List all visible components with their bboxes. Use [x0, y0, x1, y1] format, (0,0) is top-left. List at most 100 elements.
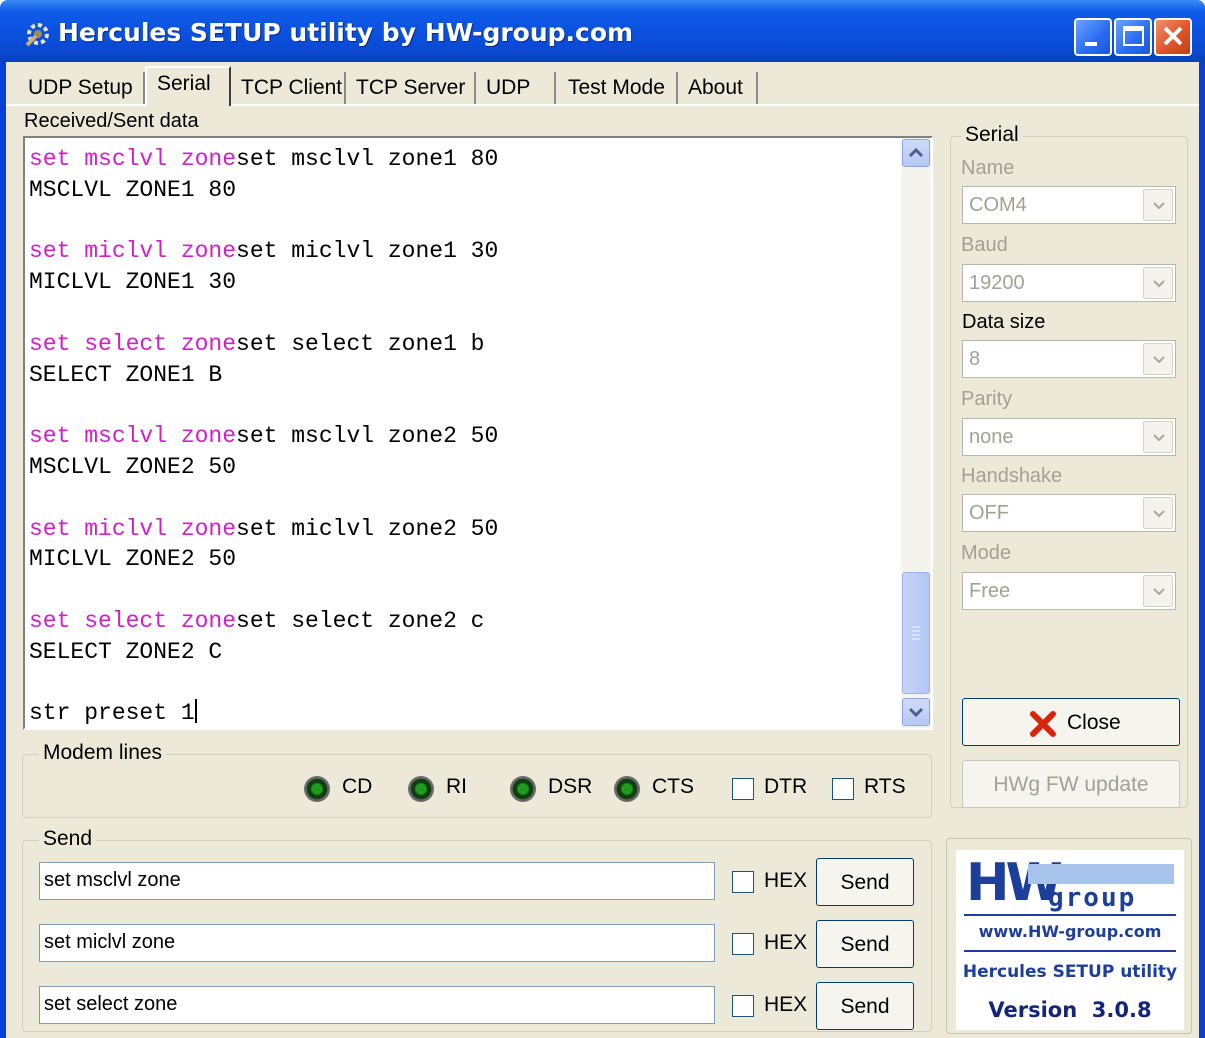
- maximize-icon: [1123, 26, 1144, 46]
- chevron-down-icon: [1153, 202, 1165, 210]
- dtr-checkbox[interactable]: [732, 778, 754, 800]
- dsr-label: DSR: [548, 775, 593, 798]
- send-input-2[interactable]: set miclvl zone: [39, 924, 715, 962]
- terminal-line: set miclvl zoneset miclvl zone1 30: [29, 236, 899, 267]
- text-caret: [194, 699, 197, 724]
- baud-dropdown-button[interactable]: [1143, 267, 1173, 299]
- received-text: MICLVL ZONE1 30: [29, 269, 237, 296]
- hex-checkbox-3[interactable]: [732, 995, 754, 1017]
- tab-test-mode[interactable]: Test Mode: [558, 72, 678, 104]
- tab-udp[interactable]: UDP: [476, 72, 556, 104]
- baud-combobox[interactable]: 19200: [962, 264, 1176, 302]
- hex-label-3: HEX: [764, 993, 808, 1016]
- send-button-3[interactable]: Send: [816, 982, 914, 1030]
- send-button-2[interactable]: Send: [816, 920, 914, 968]
- received-text: set msclvl zone1 80: [236, 146, 499, 172]
- send-button-1[interactable]: Send: [816, 858, 914, 906]
- parity-combobox[interactable]: none: [962, 418, 1176, 456]
- mode-label: Mode: [961, 542, 1012, 564]
- send-input-3[interactable]: set select zone: [39, 986, 715, 1024]
- tab-label: TCP Client: [241, 76, 343, 99]
- tab-about[interactable]: About: [678, 72, 758, 104]
- scroll-up-button[interactable]: [902, 139, 930, 167]
- client-area: UDP Setup Serial TCP Client TCP Server U…: [6, 62, 1199, 1038]
- tab-udp-setup[interactable]: UDP Setup: [18, 72, 145, 104]
- hex-checkbox-1[interactable]: [732, 871, 754, 893]
- datasize-label: Data size: [962, 311, 1046, 333]
- chevron-down-icon: [1153, 434, 1165, 442]
- chevron-up-icon: [908, 147, 924, 158]
- received-text: MSCLVL ZONE2 50: [29, 453, 237, 480]
- scroll-thumb[interactable]: [902, 572, 930, 694]
- logo-product: Hercules SETUP utility: [962, 962, 1178, 982]
- red-x-icon: [1030, 711, 1056, 737]
- parity-dropdown-button[interactable]: [1143, 421, 1173, 453]
- window-title: Hercules SETUP utility by HW-group.com: [58, 18, 634, 47]
- ri-led-icon: [408, 776, 434, 802]
- close-window-button[interactable]: [1154, 18, 1192, 56]
- send-button-label: Send: [840, 995, 890, 1018]
- terminal-line: MSCLVL ZONE1 80: [29, 175, 899, 206]
- parity-value: none: [969, 426, 1014, 448]
- send-input-1[interactable]: set msclvl zone: [39, 862, 715, 900]
- sent-text: set select zone: [29, 607, 237, 634]
- tab-serial[interactable]: Serial: [145, 66, 231, 106]
- received-sent-terminal[interactable]: set msclvl zoneset msclvl zone1 80 MSCLVL…: [23, 136, 933, 730]
- fw-update-label: HWg FW update: [993, 773, 1149, 796]
- rts-checkbox[interactable]: [832, 778, 854, 800]
- logo-rule-2: [964, 950, 1176, 952]
- handshake-combobox[interactable]: OFF: [962, 494, 1176, 532]
- minimize-button[interactable]: [1074, 18, 1112, 56]
- name-value: COM4: [969, 194, 1027, 216]
- terminal-line: MICLVL ZONE1 30: [29, 267, 899, 298]
- terminal-line: MICLVL ZONE2 50: [29, 544, 899, 575]
- hw-group-logo: HW group www.HW-group.com Hercules SETUP…: [956, 850, 1184, 1030]
- hex-checkbox-2[interactable]: [732, 933, 754, 955]
- mode-dropdown-button[interactable]: [1143, 575, 1173, 607]
- terminal-line: str preset 1: [29, 698, 899, 728]
- serial-group-title: Serial: [961, 123, 1023, 147]
- terminal-scrollbar[interactable]: [901, 138, 931, 728]
- minimize-icon: [1085, 42, 1097, 46]
- name-combobox[interactable]: COM4: [962, 186, 1176, 224]
- received-text: set miclvl zone1 30: [236, 238, 499, 265]
- scroll-down-button[interactable]: [902, 698, 930, 726]
- logo-rule: [964, 914, 1176, 916]
- mode-combobox[interactable]: Free: [962, 572, 1176, 610]
- modem-lines-title: Modem lines: [39, 741, 167, 765]
- tab-label: About: [688, 76, 743, 99]
- terminal-line: set msclvl zoneset msclvl zone2 50: [29, 421, 899, 452]
- received-text: MICLVL ZONE2 50: [29, 546, 237, 573]
- tab-tcp-server[interactable]: TCP Server: [346, 72, 476, 104]
- chevron-down-icon: [1153, 510, 1165, 518]
- cd-led-icon: [304, 776, 330, 802]
- dsr-led-icon: [510, 776, 536, 802]
- sent-text: set msclvl zone: [29, 146, 237, 172]
- send-button-label: Send: [840, 871, 890, 894]
- received-text: set msclvl zone2 50: [236, 423, 499, 450]
- fw-update-button[interactable]: HWg FW update: [962, 760, 1180, 808]
- tab-label: Serial: [157, 72, 211, 95]
- logo-bar: [1028, 864, 1174, 884]
- logo-version: Version 3.0.8: [988, 998, 1152, 1022]
- ri-label: RI: [446, 775, 467, 798]
- datasize-dropdown-button[interactable]: [1143, 343, 1173, 375]
- title-bar[interactable]: Hercules SETUP utility by HW-group.com: [0, 0, 1205, 62]
- name-dropdown-button[interactable]: [1143, 189, 1173, 221]
- close-port-button[interactable]: Close: [962, 698, 1180, 746]
- sent-text: set msclvl zone: [29, 423, 237, 450]
- grip-icon: [912, 626, 920, 640]
- close-icon: [1163, 26, 1183, 46]
- close-port-label: Close: [1067, 711, 1121, 734]
- received-text: set select zone1 b: [236, 330, 485, 357]
- terminal-line: set select zoneset select zone1 b: [29, 329, 899, 360]
- received-text: str preset 1: [29, 700, 195, 727]
- tab-tcp-client[interactable]: TCP Client: [231, 72, 346, 104]
- baud-value: 19200: [969, 272, 1025, 294]
- handshake-dropdown-button[interactable]: [1143, 497, 1173, 529]
- maximize-button[interactable]: [1114, 18, 1152, 56]
- hex-label-2: HEX: [764, 931, 808, 954]
- datasize-combobox[interactable]: 8: [962, 340, 1176, 378]
